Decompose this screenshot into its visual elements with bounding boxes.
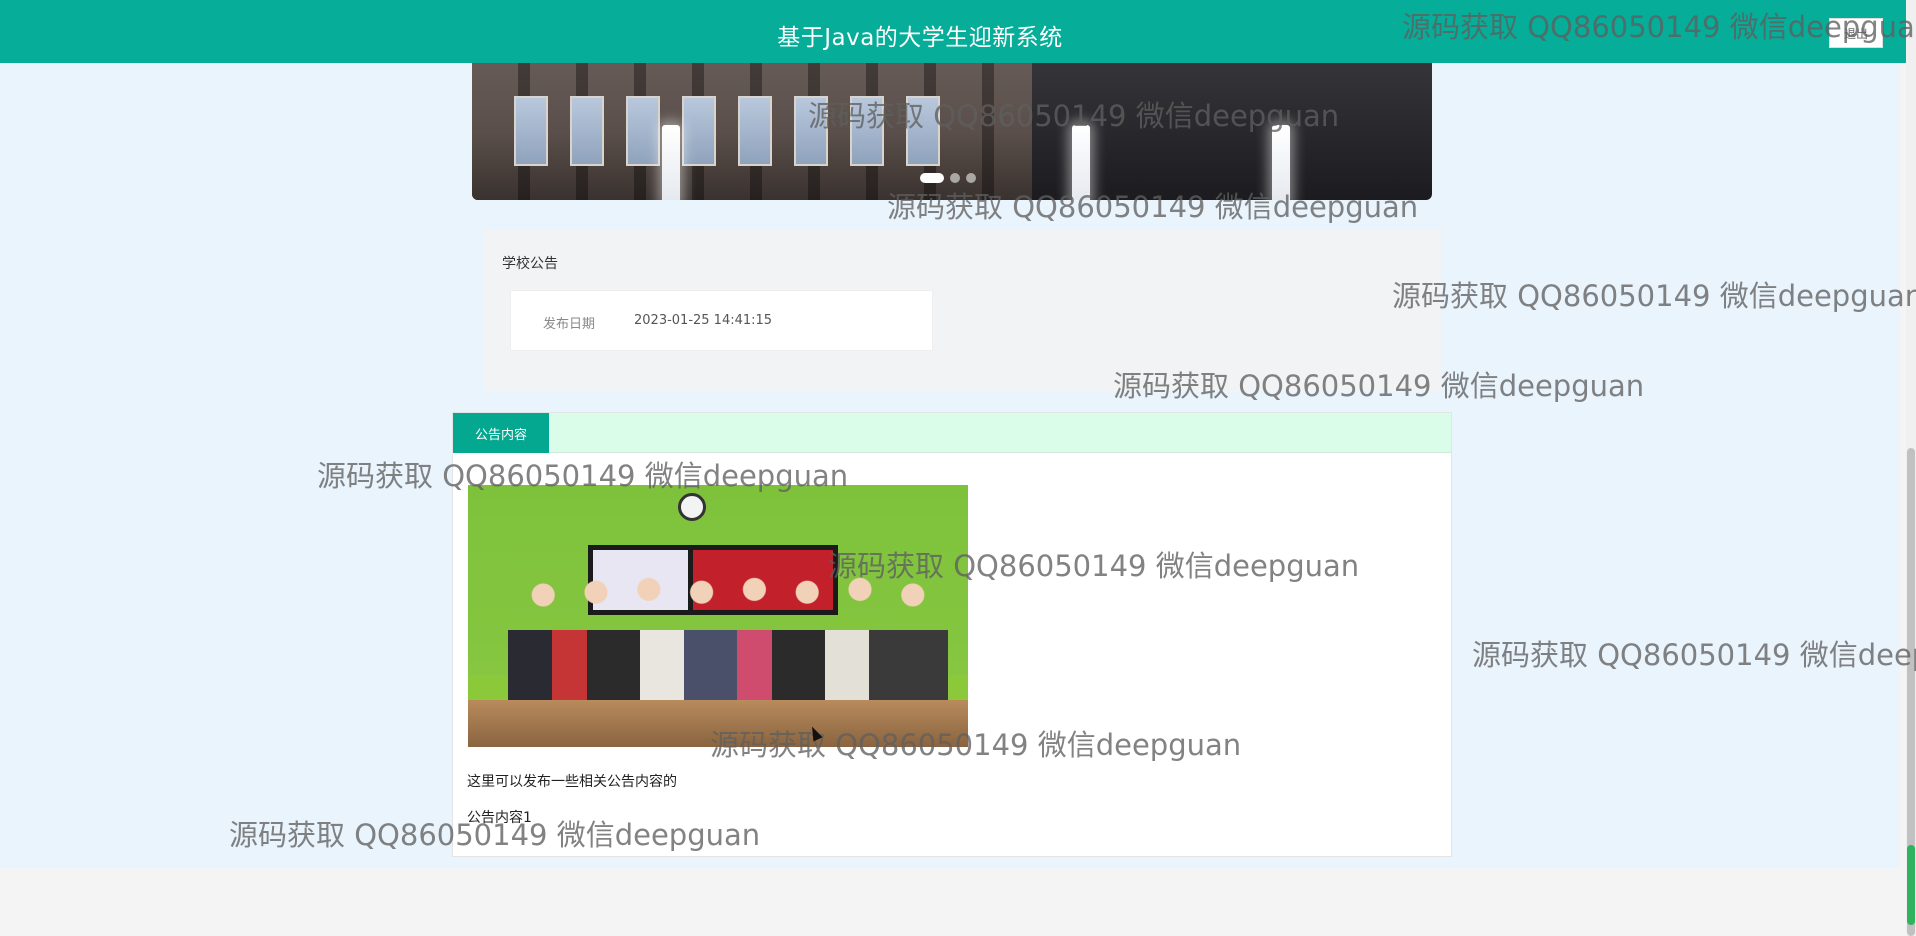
notice-card: 学校公告 发布日期 2023-01-25 14:41:15: [483, 230, 1441, 392]
carousel-indicators: [920, 173, 976, 183]
scrollbar-thumb-active[interactable]: [1907, 845, 1915, 925]
carousel-dot[interactable]: [950, 173, 960, 183]
window-shape: [906, 96, 940, 166]
students-group: [508, 567, 948, 707]
content-panel: 公告内容 这里可以发布一些相关公告内容的 公告内容1: [452, 412, 1452, 857]
clock-icon: [678, 493, 706, 521]
carousel-dot[interactable]: [920, 173, 944, 183]
header-bar: 基于Java的大学生迎新系统 退出: [0, 0, 1906, 63]
window-shape: [570, 96, 604, 166]
street-lamp: [1072, 125, 1090, 200]
content-tabbar: 公告内容: [453, 413, 1451, 453]
carousel-dot[interactable]: [966, 173, 976, 183]
content-paragraph: 这里可以发布一些相关公告内容的: [467, 774, 677, 790]
window-shape: [794, 96, 828, 166]
logout-button[interactable]: 退出: [1829, 18, 1883, 48]
site-title: 基于Java的大学生迎新系统: [777, 25, 1063, 51]
window-shape: [626, 96, 660, 166]
window-shape: [682, 96, 716, 166]
classroom-table: [468, 700, 968, 747]
street-lamp: [1272, 125, 1290, 200]
publish-date-label: 发布日期: [543, 317, 596, 332]
window-shape: [514, 96, 548, 166]
window-shape: [738, 96, 772, 166]
group-photo: [468, 485, 968, 747]
notice-section-title: 学校公告: [502, 256, 558, 272]
window-shape: [850, 96, 884, 166]
publish-date-value: 2023-01-25 14:41:15: [634, 313, 773, 328]
tab-notice-content[interactable]: 公告内容: [453, 413, 549, 453]
street-lamp: [662, 125, 680, 200]
page-scrollbar[interactable]: [1906, 0, 1916, 936]
content-paragraph: 公告内容1: [467, 810, 532, 826]
publish-date-box: 发布日期 2023-01-25 14:41:15: [510, 290, 933, 351]
